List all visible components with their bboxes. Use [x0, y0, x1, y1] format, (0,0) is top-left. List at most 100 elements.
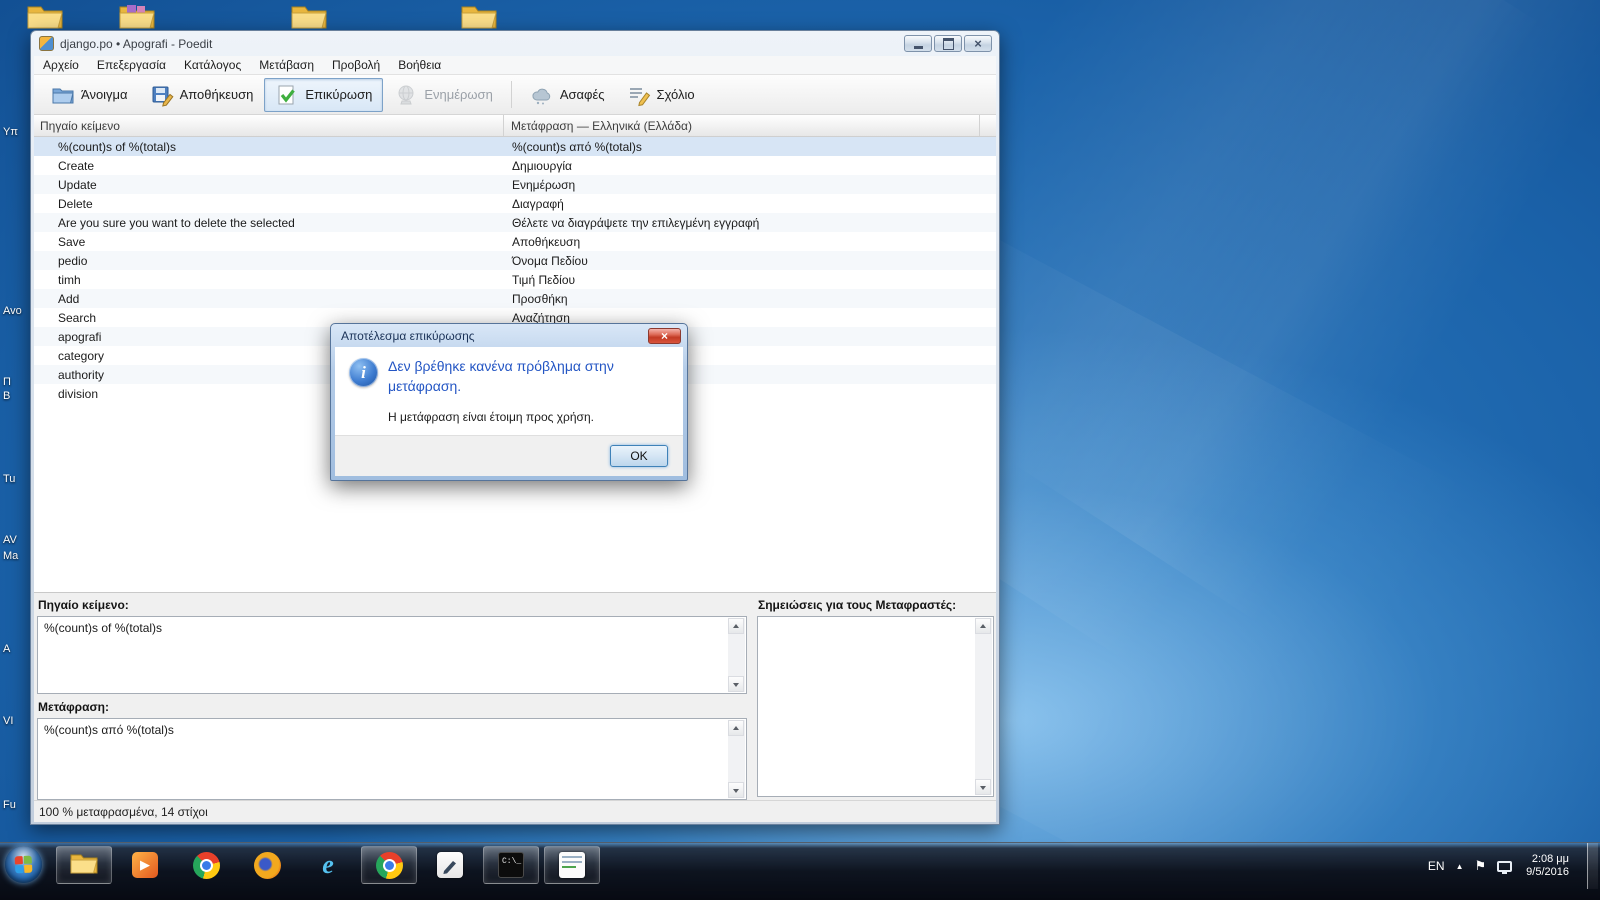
list-header: Πηγαίο κείμενο Μετάφραση — Ελληνικά (Ελλ…	[34, 115, 996, 137]
desktop-folder-icon[interactable]	[291, 2, 327, 29]
fuzzy-button[interactable]: Ασαφές	[519, 78, 616, 112]
wallpaper-light-streak	[1008, 0, 1600, 624]
dialog-body: i Δεν βρέθηκε κανένα πρόβλημα στην μετάφ…	[335, 347, 683, 476]
menu-help[interactable]: Βοήθεια	[389, 56, 450, 74]
close-button[interactable]	[964, 35, 992, 52]
taskbar-firefox-button[interactable]	[239, 846, 295, 884]
column-header-translation[interactable]: Μετάφραση — Ελληνικά (Ελλάδα)	[504, 115, 980, 136]
taskbar-pen-app-button[interactable]	[422, 846, 478, 884]
dialog-title: Αποτέλεσμα επικύρωσης	[341, 328, 475, 343]
table-row[interactable]: %(count)s of %(total)s %(count)s από %(to…	[34, 137, 996, 156]
translation-text-value: %(count)s από %(total)s	[44, 723, 174, 737]
table-row[interactable]: Create Δημιουργία	[34, 156, 996, 175]
scroll-down-icon[interactable]	[728, 782, 744, 798]
scrollbar[interactable]	[728, 618, 745, 692]
translation-cell: %(count)s από %(total)s	[512, 139, 642, 154]
taskbar-chrome-2-button[interactable]	[361, 846, 417, 884]
show-desktop-button[interactable]	[1587, 843, 1598, 889]
desktop-icon-label[interactable]: Β	[3, 390, 10, 402]
firefox-icon	[253, 851, 281, 879]
scrollbar[interactable]	[975, 618, 992, 795]
scrollbar[interactable]	[728, 720, 745, 798]
translation-label: Μετάφραση:	[38, 700, 110, 714]
desktop-icon-label[interactable]: Π	[3, 376, 11, 388]
desktop-icon-label[interactable]: Avo	[3, 305, 22, 317]
comment-label: Σχόλιο	[656, 87, 695, 102]
table-row[interactable]: Delete Διαγραφή	[34, 194, 996, 213]
minimize-button[interactable]	[904, 35, 932, 52]
dialog-close-button[interactable]	[648, 327, 681, 344]
taskbar-media-player-button[interactable]: ▶	[117, 846, 173, 884]
poedit-app-icon	[39, 36, 54, 51]
source-text-box[interactable]: %(count)s of %(total)s	[37, 616, 747, 694]
table-row[interactable]: timh Τιμή Πεδίου	[34, 270, 996, 289]
show-hidden-icons-icon[interactable]: ▲	[1456, 862, 1464, 871]
clock[interactable]: 2:08 μμ 9/5/2016	[1526, 853, 1569, 879]
language-indicator[interactable]: EN	[1428, 859, 1445, 873]
desktop-folder-icon[interactable]	[461, 2, 497, 29]
validate-button[interactable]: Επικύρωση	[264, 77, 384, 112]
pen-icon	[437, 852, 463, 878]
taskbar-ie-button[interactable]: e	[300, 846, 356, 884]
toolbar: Άνοιγμα Αποθήκευση Επικύρωση Ενημέρωση Α…	[34, 75, 996, 115]
update-label: Ενημέρωση	[424, 87, 493, 102]
translation-cell: Δημιουργία	[512, 158, 572, 173]
desktop-icon-label[interactable]: Α	[3, 643, 10, 655]
taskbar: ▶ e C:\_ EN ▲ ⚑ 2:08 μμ 9/5/2016	[0, 842, 1600, 900]
taskbar-command-prompt-button[interactable]: C:\_	[483, 846, 539, 884]
comment-button[interactable]: Σχόλιο	[616, 78, 706, 112]
menu-catalog[interactable]: Κατάλογος	[175, 56, 250, 74]
desktop-icon-label[interactable]: Υπ	[3, 126, 18, 138]
menu-view[interactable]: Προβολή	[323, 56, 389, 74]
scroll-down-icon[interactable]	[728, 676, 744, 692]
menu-go[interactable]: Μετάβαση	[250, 56, 323, 74]
save-button[interactable]: Αποθήκευση	[139, 78, 265, 112]
start-button[interactable]	[5, 846, 42, 883]
taskbar-chrome-button[interactable]	[178, 846, 234, 884]
table-row[interactable]: Add Προσθήκη	[34, 289, 996, 308]
translator-notes-label: Σημειώσεις για τους Μεταφραστές:	[758, 598, 957, 612]
update-globe-icon	[394, 83, 418, 107]
table-row[interactable]: Save Αποθήκευση	[34, 232, 996, 251]
source-cell: Save	[58, 234, 86, 249]
desktop-icon-label[interactable]: Tu	[3, 473, 15, 485]
translator-notes-box[interactable]	[757, 616, 994, 797]
action-center-flag-icon[interactable]: ⚑	[1475, 858, 1487, 874]
desktop-folder-icon[interactable]	[27, 2, 63, 29]
status-bar: 100 % μεταφρασμένα, 14 στίχοι	[34, 800, 996, 822]
source-cell: pedio	[58, 253, 88, 268]
translation-cell: Προσθήκη	[512, 291, 568, 306]
column-header-source[interactable]: Πηγαίο κείμενο	[34, 115, 504, 136]
scroll-up-icon[interactable]	[975, 618, 991, 634]
desktop-icon-label[interactable]: Ma	[3, 550, 18, 562]
open-button[interactable]: Άνοιγμα	[40, 78, 139, 112]
source-text-value: %(count)s of %(total)s	[44, 621, 163, 635]
scroll-up-icon[interactable]	[728, 618, 744, 634]
update-button[interactable]: Ενημέρωση	[383, 78, 504, 112]
table-row[interactable]: pedio Όνομα Πεδίου	[34, 251, 996, 270]
ok-button[interactable]: OK	[610, 445, 668, 467]
desktop-icon-label[interactable]: AV	[3, 534, 17, 546]
menu-edit[interactable]: Επεξεργασία	[88, 56, 175, 74]
desktop-folder-icon[interactable]	[119, 2, 155, 29]
scroll-down-icon[interactable]	[975, 779, 991, 795]
translation-cell: Τιμή Πεδίου	[512, 272, 576, 287]
desktop-icon-label[interactable]: VI	[3, 715, 13, 727]
taskbar-poedit-button[interactable]	[544, 846, 600, 884]
maximize-button[interactable]	[934, 35, 962, 52]
column-header-gutter	[980, 115, 996, 136]
table-row[interactable]: Are you sure you want to delete the sele…	[34, 213, 996, 232]
validate-label: Επικύρωση	[305, 87, 373, 102]
dialog-secondary-text: Η μετάφραση είναι έτοιμη προς χρήση.	[388, 410, 594, 424]
source-text-label: Πηγαίο κείμενο:	[38, 598, 129, 612]
title-bar[interactable]: django.po • Apografi - Poedit	[31, 31, 999, 56]
source-cell: Update	[58, 177, 97, 192]
scroll-up-icon[interactable]	[728, 720, 744, 736]
menu-file[interactable]: Αρχείο	[34, 56, 88, 74]
taskbar-explorer-button[interactable]	[56, 846, 112, 884]
desktop-icon-label[interactable]: Fu	[3, 799, 16, 811]
table-row[interactable]: Update Ενημέρωση	[34, 175, 996, 194]
translation-text-box[interactable]: %(count)s από %(total)s	[37, 718, 747, 800]
network-icon[interactable]	[1497, 860, 1513, 874]
dialog-title-bar[interactable]: Αποτέλεσμα επικύρωσης	[331, 324, 687, 347]
